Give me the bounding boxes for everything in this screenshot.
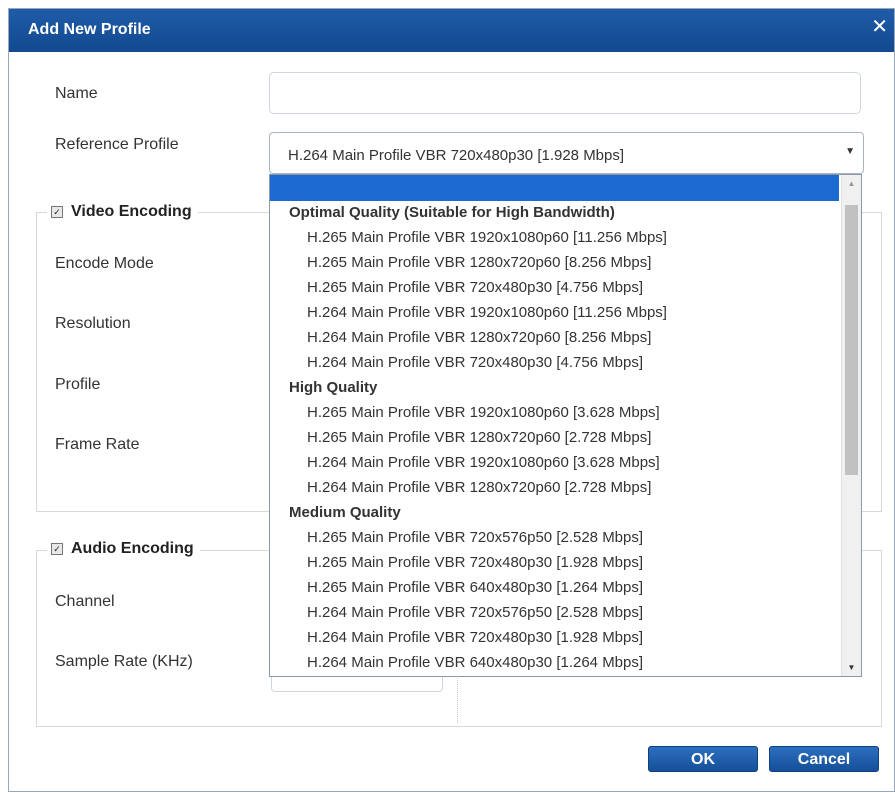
dropdown-option[interactable]: H.264 Main Profile VBR 1280x720p60 [2.72…	[270, 475, 839, 500]
dialog-titlebar: Add New Profile ✕	[9, 9, 894, 52]
audio-encoding-checkbox[interactable]: ✓	[51, 543, 63, 555]
dropdown-option[interactable]: H.264 Main Profile VBR 1920x1080p60 [11.…	[270, 300, 839, 325]
chevron-down-icon[interactable]: ▼	[845, 146, 855, 157]
ok-button[interactable]: OK	[648, 746, 758, 772]
video-encoding-legend: ✓ Video Encoding	[47, 203, 198, 221]
scroll-up-icon[interactable]: ▲	[842, 179, 861, 188]
add-profile-dialog: Add New Profile ✕ Name Reference Profile…	[8, 8, 895, 792]
dropdown-group-label: Medium Quality	[289, 504, 401, 521]
reference-profile-label: Reference Profile	[55, 136, 179, 153]
dropdown-scrollbar[interactable]: ▲ ▼	[841, 175, 861, 676]
profile-label: Profile	[55, 376, 101, 393]
video-encoding-title: Video Encoding	[71, 203, 192, 220]
dropdown-option[interactable]: H.264 Main Profile VBR 720x576p50 [2.528…	[270, 600, 839, 625]
reference-profile-dropdown[interactable]: Optimal Quality (Suitable for High Bandw…	[269, 174, 862, 677]
reference-profile-select[interactable]: H.264 Main Profile VBR 720x480p30 [1.928…	[269, 132, 864, 174]
resolution-label: Resolution	[55, 315, 131, 332]
name-input[interactable]	[269, 72, 861, 114]
dropdown-option[interactable]: H.265 Main Profile VBR 1920x1080p60 [3.6…	[270, 400, 839, 425]
frame-rate-label: Frame Rate	[55, 436, 140, 453]
dropdown-group-label: High Quality	[289, 379, 378, 396]
dropdown-options-list: Optimal Quality (Suitable for High Bandw…	[270, 200, 839, 675]
dropdown-option[interactable]: H.264 Main Profile VBR 720x480p30 [1.928…	[270, 625, 839, 650]
dropdown-option[interactable]: H.264 Main Profile VBR 1280x720p60 [8.25…	[270, 325, 839, 350]
video-encoding-checkbox[interactable]: ✓	[51, 206, 63, 218]
dropdown-option[interactable]: H.264 Main Profile VBR 1920x1080p60 [3.6…	[270, 450, 839, 475]
close-icon[interactable]: ✕	[871, 17, 888, 37]
scroll-down-icon[interactable]: ▼	[842, 663, 861, 672]
dropdown-option[interactable]: H.265 Main Profile VBR 720x576p50 [2.528…	[270, 525, 839, 550]
encode-mode-label: Encode Mode	[55, 255, 154, 272]
name-label: Name	[55, 85, 98, 102]
dropdown-option[interactable]: H.264 Main Profile VBR 720x480p30 [4.756…	[270, 350, 839, 375]
reference-profile-value: H.264 Main Profile VBR 720x480p30 [1.928…	[288, 147, 625, 164]
cancel-button[interactable]: Cancel	[769, 746, 879, 772]
dropdown-option[interactable]: H.265 Main Profile VBR 640x480p30 [1.264…	[270, 575, 839, 600]
dropdown-option[interactable]: H.265 Main Profile VBR 1280x720p60 [2.72…	[270, 425, 839, 450]
divider	[457, 671, 458, 723]
dropdown-option[interactable]: H.264 Main Profile VBR 640x480p30 [1.264…	[270, 650, 839, 675]
dropdown-group-label: Optimal Quality (Suitable for High Bandw…	[289, 204, 615, 221]
sample-rate-label: Sample Rate (KHz)	[55, 653, 193, 670]
dropdown-option[interactable]: H.265 Main Profile VBR 720x480p30 [4.756…	[270, 275, 839, 300]
audio-encoding-title: Audio Encoding	[71, 540, 194, 557]
audio-encoding-legend: ✓ Audio Encoding	[47, 540, 200, 558]
dropdown-option[interactable]: H.265 Main Profile VBR 1920x1080p60 [11.…	[270, 225, 839, 250]
channel-label: Channel	[55, 593, 115, 610]
dropdown-option[interactable]: H.265 Main Profile VBR 1280x720p60 [8.25…	[270, 250, 839, 275]
dropdown-option[interactable]: H.265 Main Profile VBR 720x480p30 [1.928…	[270, 550, 839, 575]
dropdown-selected-blank-option[interactable]	[270, 175, 839, 201]
dialog-title: Add New Profile	[28, 21, 151, 38]
scrollbar-thumb[interactable]	[845, 205, 858, 475]
